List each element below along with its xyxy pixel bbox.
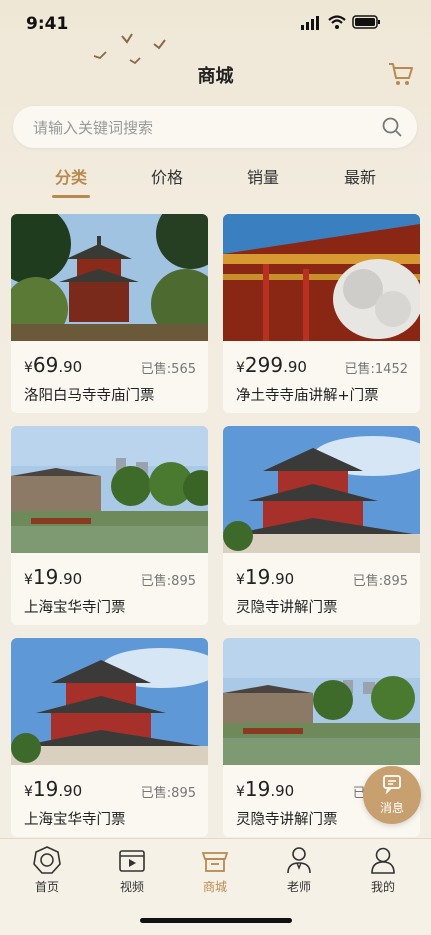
product-card[interactable]: ¥19.90 已售:895 上海宝华寺门票: [11, 638, 208, 837]
product-image: [223, 426, 420, 553]
product-name: 上海宝华寺门票: [24, 812, 126, 828]
sold-count: 已售:895: [140, 786, 196, 801]
sold-count: 已售:565: [140, 362, 196, 377]
product-name: 上海宝华寺门票: [24, 600, 126, 616]
nav-item-video[interactable]: 视频: [89, 845, 175, 895]
nav-item-home[interactable]: 首页: [4, 845, 90, 895]
product-image: [11, 214, 208, 341]
chat-icon: [383, 775, 401, 794]
product-card[interactable]: ¥19.90 已售:895 灵隐寺讲解门票: [223, 426, 420, 625]
signal-icon: [301, 16, 319, 30]
product-image: [11, 426, 208, 553]
tab-price[interactable]: 价格: [127, 164, 207, 188]
tab-sales[interactable]: 销量: [223, 164, 303, 188]
search-icon[interactable]: [381, 116, 403, 138]
product-price: ¥299.90: [236, 353, 307, 377]
product-price: ¥69.90: [24, 353, 83, 377]
message-label: 消息: [379, 801, 404, 815]
nav-item-shop[interactable]: 商城: [172, 845, 258, 895]
status-icons: [301, 15, 380, 30]
product-price: ¥19.90: [236, 777, 295, 801]
product-name: 灵隐寺讲解门票: [236, 812, 338, 828]
home-icon: [33, 846, 61, 874]
video-icon: [119, 850, 145, 872]
search-input[interactable]: [31, 106, 365, 150]
page-title: 商城: [197, 66, 234, 87]
product-image: [223, 638, 420, 765]
profile-icon: [371, 847, 395, 874]
filter-tabs: 分类 价格 销量 最新: [0, 160, 431, 204]
nav-item-profile[interactable]: 我的: [340, 845, 426, 895]
product-image: [11, 638, 208, 765]
status-bar: 9:41: [0, 0, 431, 50]
product-name: 净土寺寺庙讲解+门票: [236, 388, 379, 404]
sold-count: 已售:895: [140, 574, 196, 589]
product-name: 灵隐寺讲解门票: [236, 600, 338, 616]
product-price: ¥19.90: [24, 777, 83, 801]
product-price: ¥19.90: [24, 565, 83, 589]
teacher-icon: [287, 847, 311, 874]
wifi-icon: [328, 15, 346, 29]
product-card[interactable]: ¥69.90 已售:565 洛阳白马寺寺庙门票: [11, 214, 208, 413]
tab-category[interactable]: 分类: [31, 164, 111, 188]
sold-count: 已售:1452: [344, 362, 408, 377]
active-tab-indicator: [52, 195, 90, 198]
shop-icon: [201, 852, 229, 872]
battery-icon: [352, 15, 380, 29]
cart-icon[interactable]: [387, 60, 415, 88]
product-card[interactable]: ¥19.90 已售:895 上海宝华寺门票: [11, 426, 208, 625]
sold-count: 已售:895: [352, 574, 408, 589]
message-button[interactable]: 消息: [363, 766, 421, 824]
status-time: 9:41: [26, 14, 69, 34]
product-image: [223, 214, 420, 341]
tab-latest[interactable]: 最新: [320, 164, 400, 188]
product-name: 洛阳白马寺寺庙门票: [24, 388, 155, 404]
search-bar[interactable]: [13, 106, 417, 150]
home-indicator: [140, 918, 292, 923]
product-price: ¥19.90: [236, 565, 295, 589]
product-card[interactable]: ¥299.90 已售:1452 净土寺寺庙讲解+门票: [223, 214, 420, 413]
nav-item-teacher[interactable]: 老师: [256, 845, 342, 895]
